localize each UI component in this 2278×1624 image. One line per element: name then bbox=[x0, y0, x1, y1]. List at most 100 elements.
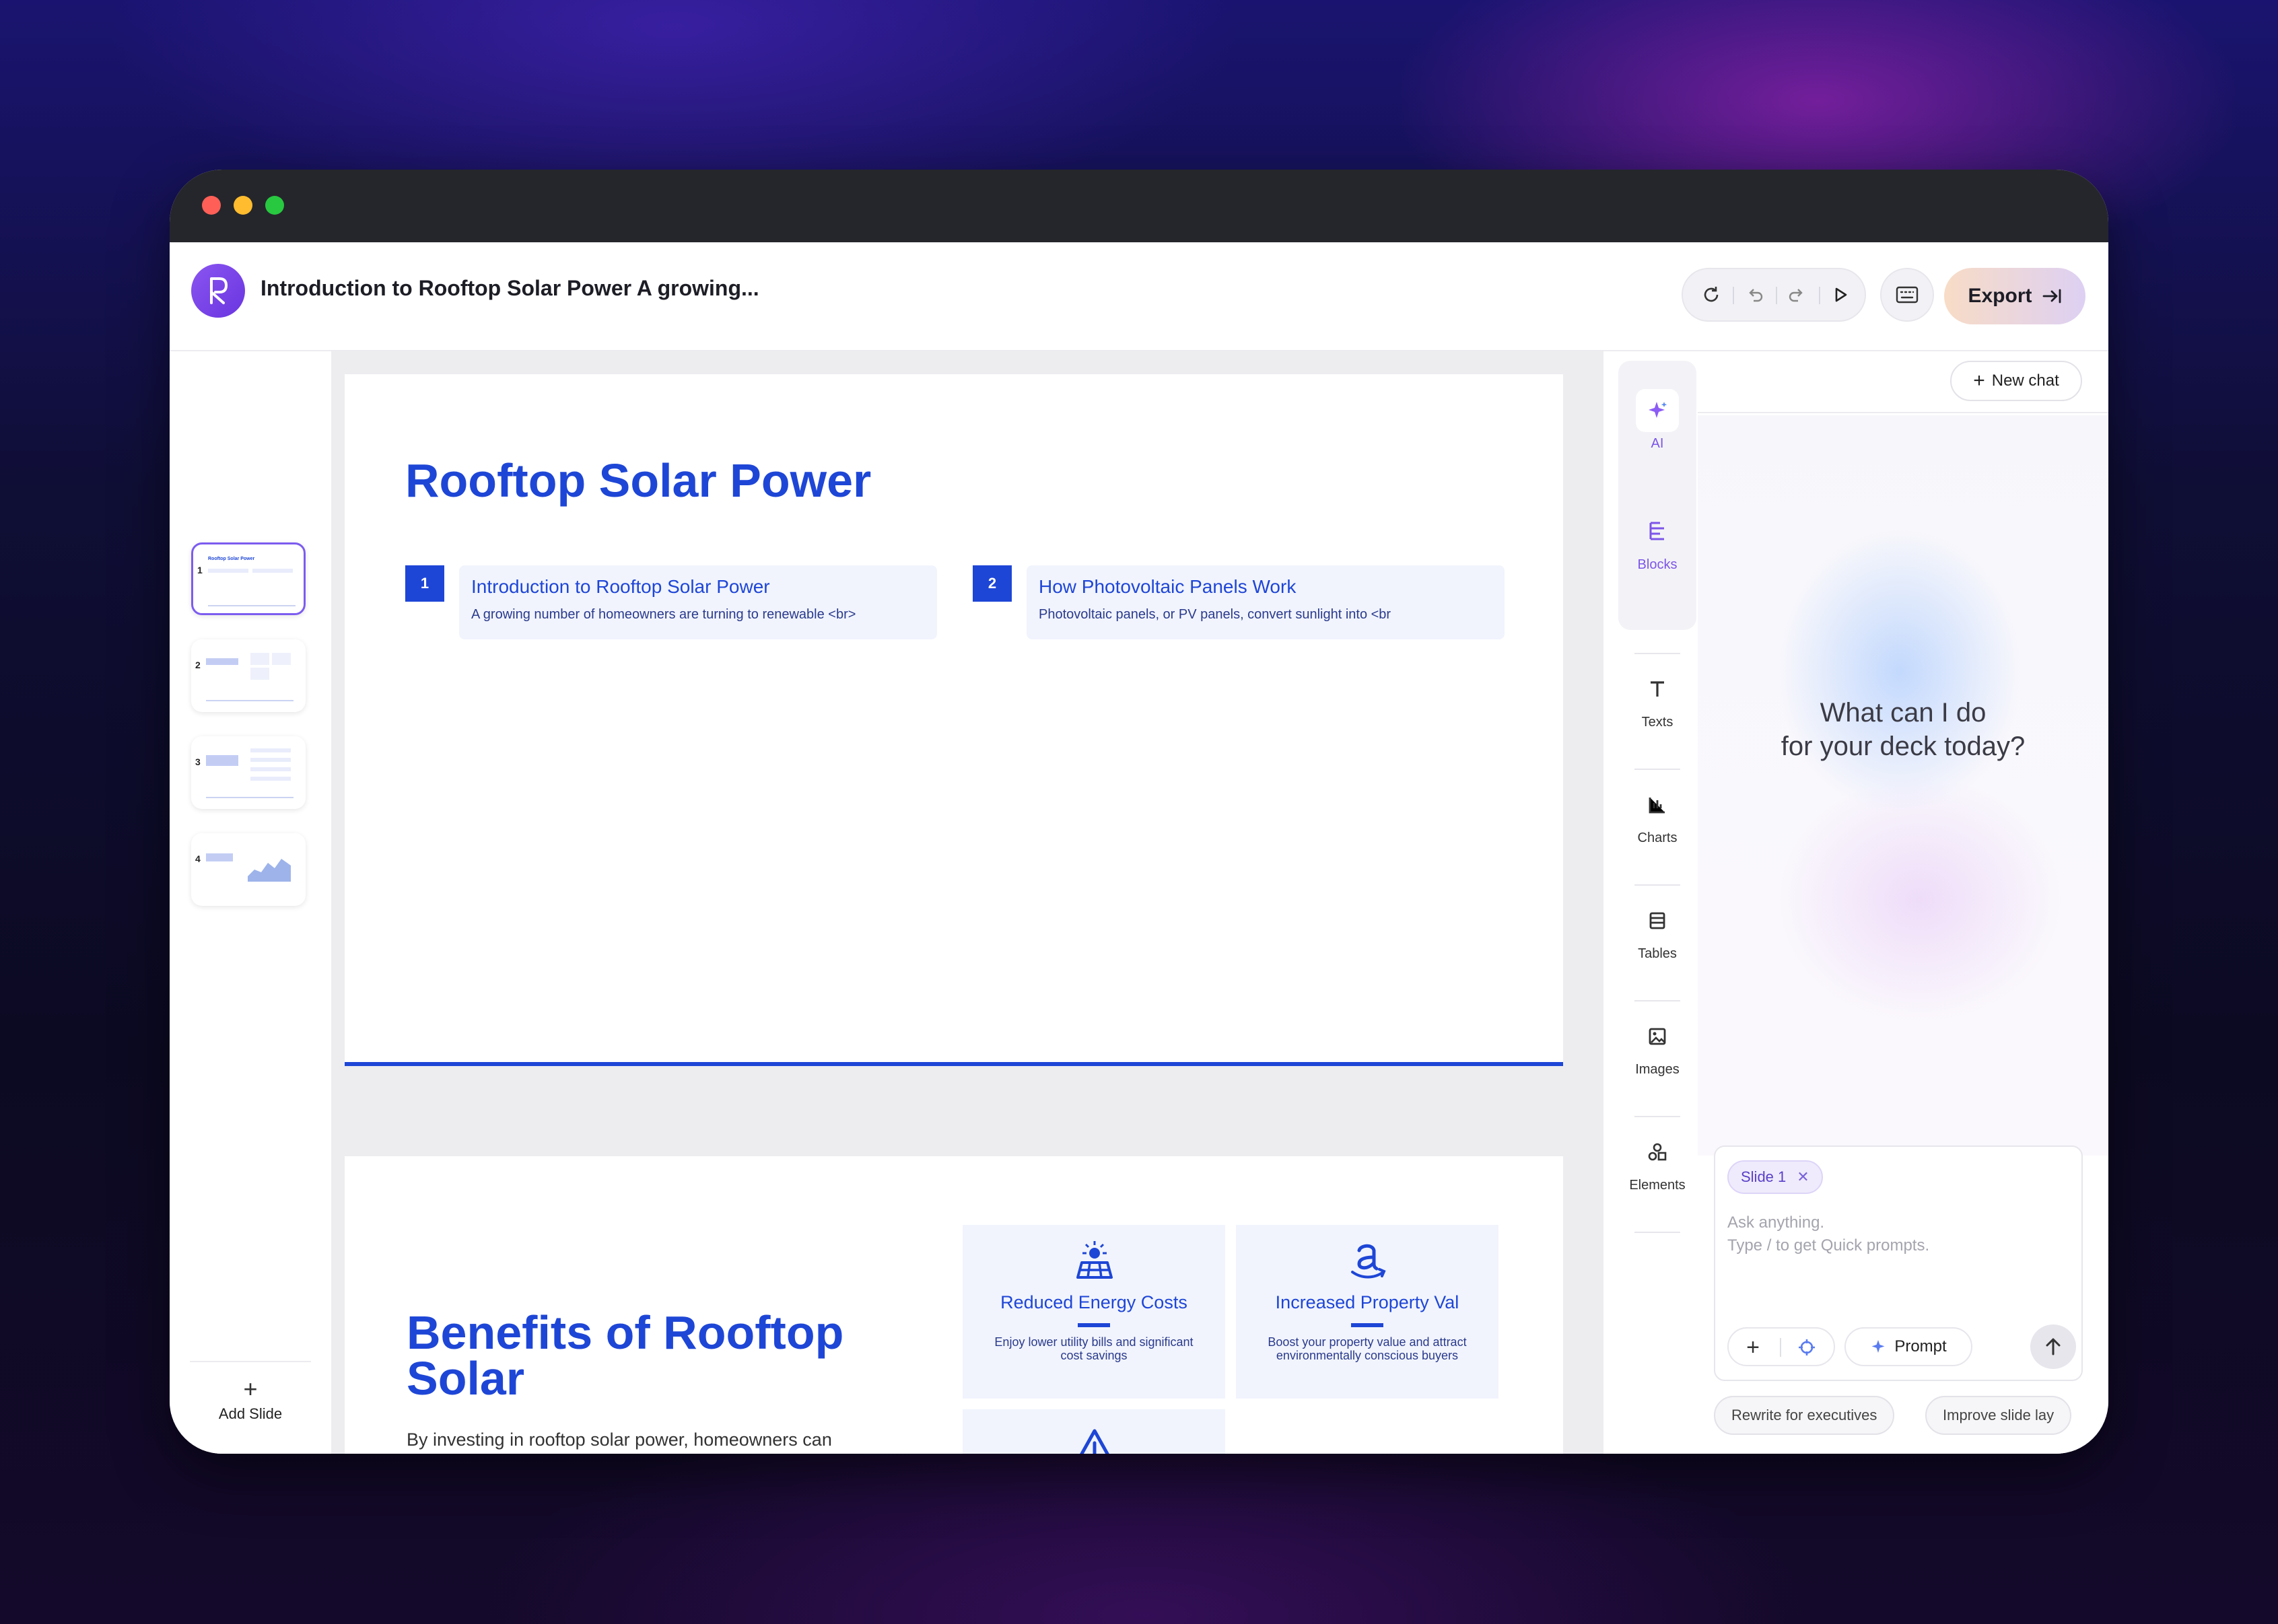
slide-1[interactable]: Rooftop Solar Power 1 Introduction to Ro… bbox=[345, 374, 1563, 1066]
app-window: Introduction to Rooftop Solar Power A gr… bbox=[170, 170, 2108, 1454]
minimize-window-button[interactable] bbox=[234, 196, 252, 215]
send-button[interactable] bbox=[2030, 1325, 2076, 1369]
remove-context-icon[interactable]: ✕ bbox=[1797, 1168, 1809, 1186]
app-logo[interactable] bbox=[191, 264, 245, 318]
tables-tool-button[interactable]: Tables bbox=[1617, 899, 1698, 962]
workspace: 1 Rooftop Solar Power 2 3 4 + Add Slide … bbox=[170, 351, 2108, 1454]
thumbnail-card-preview bbox=[272, 653, 291, 665]
rail-divider bbox=[1634, 769, 1680, 770]
shapes-icon bbox=[1636, 1131, 1679, 1174]
chat-greeting: What can I do for your deck today? bbox=[1698, 696, 2108, 763]
elements-tool-label: Elements bbox=[1629, 1178, 1686, 1193]
add-slide-button[interactable]: + Add Slide bbox=[190, 1361, 311, 1443]
suggestion-chip[interactable]: Improve slide lay bbox=[1925, 1396, 2072, 1435]
chat-input[interactable]: Ask anything. Type / to get Quick prompt… bbox=[1727, 1211, 1929, 1257]
thumbnail-rule bbox=[208, 605, 296, 606]
arrow-up-icon bbox=[2046, 1338, 2061, 1355]
thumbnail-number: 4 bbox=[195, 853, 201, 864]
keyboard-icon bbox=[1896, 286, 1919, 304]
title-bar bbox=[170, 170, 2108, 242]
slide-thumbnail-1[interactable]: 1 Rooftop Solar Power bbox=[191, 542, 306, 615]
chat-input-placeholder-1: Ask anything. bbox=[1727, 1213, 1825, 1232]
agenda-heading: How Photovoltaic Panels Work bbox=[1039, 576, 1297, 597]
rail-divider bbox=[1634, 1232, 1680, 1233]
undo-icon bbox=[1749, 289, 1763, 302]
thumbnail-number: 1 bbox=[197, 565, 203, 575]
prompt-label: Prompt bbox=[1894, 1337, 1947, 1355]
ai-tool-button[interactable]: AI bbox=[1617, 389, 1698, 452]
new-chat-label: New chat bbox=[1991, 372, 2059, 390]
slide-thumbnail-4[interactable]: 4 bbox=[191, 833, 306, 906]
thumbnail-title-preview bbox=[206, 853, 233, 861]
slide-body-text[interactable]: By investing in rooftop solar power, hom… bbox=[407, 1429, 832, 1450]
chat-background-glow bbox=[1698, 415, 2108, 1156]
document-title[interactable]: Introduction to Rooftop Solar Power A gr… bbox=[261, 276, 759, 301]
ai-chat-panel: + New chat What can I do for your deck t… bbox=[1698, 351, 2108, 1454]
elements-tool-button[interactable]: Elements bbox=[1617, 1131, 1698, 1193]
export-button[interactable]: Export bbox=[1944, 268, 2085, 324]
plus-icon: + bbox=[1973, 369, 1985, 392]
rail-divider bbox=[1634, 1116, 1680, 1117]
composer-tools: + bbox=[1727, 1327, 1835, 1366]
new-chat-button[interactable]: + New chat bbox=[1950, 361, 2082, 401]
thumbnail-card-preview bbox=[208, 569, 248, 573]
thumbnail-card-preview bbox=[250, 653, 269, 665]
attach-button[interactable]: + bbox=[1739, 1334, 1766, 1361]
redo-button[interactable] bbox=[1781, 279, 1814, 311]
table-icon bbox=[1636, 899, 1679, 942]
slide-title[interactable]: Rooftop Solar Power bbox=[405, 454, 871, 507]
play-icon bbox=[1835, 287, 1847, 302]
target-button[interactable] bbox=[1793, 1334, 1820, 1361]
charts-tool-label: Charts bbox=[1637, 831, 1678, 845]
play-button[interactable] bbox=[1824, 279, 1857, 311]
blocks-icon bbox=[1636, 510, 1679, 553]
toolbar-divider bbox=[1733, 287, 1734, 304]
benefit-card[interactable]: Reduced Energy Costs Enjoy lower utility… bbox=[963, 1225, 1225, 1399]
maximize-window-button[interactable] bbox=[265, 196, 284, 215]
undo-button[interactable] bbox=[1738, 279, 1770, 311]
thumbnail-rule bbox=[206, 797, 294, 798]
tables-tool-label: Tables bbox=[1638, 946, 1677, 961]
benefit-underline bbox=[1351, 1323, 1383, 1327]
export-label: Export bbox=[1968, 285, 2032, 307]
thumbnail-row-preview bbox=[250, 777, 291, 781]
suggestion-chip[interactable]: Rewrite for executives bbox=[1714, 1396, 1895, 1435]
tools-rail: AI Blocks Texts Charts Tables Images Ele… bbox=[1617, 351, 1698, 1454]
agenda-description: Photovoltaic panels, or PV panels, conve… bbox=[1039, 607, 1391, 622]
slide-title[interactable]: Benefits of Rooftop Solar bbox=[407, 1309, 918, 1402]
slide-canvas: Rooftop Solar Power 1 Introduction to Ro… bbox=[331, 351, 1603, 1454]
slide-thumbnail-2[interactable]: 2 bbox=[191, 639, 306, 712]
rail-divider bbox=[1634, 884, 1680, 886]
texts-tool-button[interactable]: Texts bbox=[1617, 668, 1698, 730]
refresh-icon bbox=[1704, 287, 1719, 302]
refresh-button[interactable] bbox=[1695, 279, 1727, 311]
agenda-card: Introduction to Rooftop Solar Power A gr… bbox=[459, 565, 937, 639]
composer-divider bbox=[1780, 1338, 1781, 1357]
target-icon bbox=[1799, 1339, 1815, 1355]
benefit-card[interactable] bbox=[963, 1409, 1225, 1454]
text-icon bbox=[1636, 668, 1679, 711]
warning-icon bbox=[1080, 1429, 1109, 1454]
bar-chart-icon bbox=[1636, 783, 1679, 826]
context-chip[interactable]: Slide 1 ✕ bbox=[1727, 1160, 1823, 1194]
blocks-tool-button[interactable]: Blocks bbox=[1617, 510, 1698, 573]
benefit-card[interactable]: Increased Property Val Boost your proper… bbox=[1236, 1225, 1498, 1399]
keyboard-shortcuts-button[interactable] bbox=[1880, 268, 1934, 322]
sparkle-icon bbox=[1636, 389, 1679, 432]
slide-thumbnail-3[interactable]: 3 bbox=[191, 736, 306, 809]
logo-icon bbox=[210, 277, 228, 304]
thumbnail-card-preview bbox=[252, 569, 293, 573]
prompt-button[interactable]: Prompt bbox=[1844, 1327, 1972, 1366]
chat-input-placeholder-2: Type / to get Quick prompts. bbox=[1727, 1236, 1930, 1255]
images-tool-button[interactable]: Images bbox=[1617, 1015, 1698, 1078]
item-number-badge: 1 bbox=[405, 565, 444, 602]
slide-2[interactable]: Benefits of Rooftop Solar By investing i… bbox=[345, 1156, 1563, 1454]
plus-icon: + bbox=[243, 1375, 258, 1403]
chat-composer[interactable]: Slide 1 ✕ Ask anything. Type / to get Qu… bbox=[1714, 1145, 2083, 1381]
slide-thumbnail-panel: 1 Rooftop Solar Power 2 3 4 + Add Slide bbox=[170, 351, 331, 1454]
thumbnail-row-preview bbox=[250, 758, 291, 762]
benefit-description: Enjoy lower utility bills and significan… bbox=[994, 1335, 1194, 1362]
thumbnail-number: 3 bbox=[195, 756, 201, 767]
charts-tool-button[interactable]: Charts bbox=[1617, 783, 1698, 846]
close-window-button[interactable] bbox=[202, 196, 221, 215]
